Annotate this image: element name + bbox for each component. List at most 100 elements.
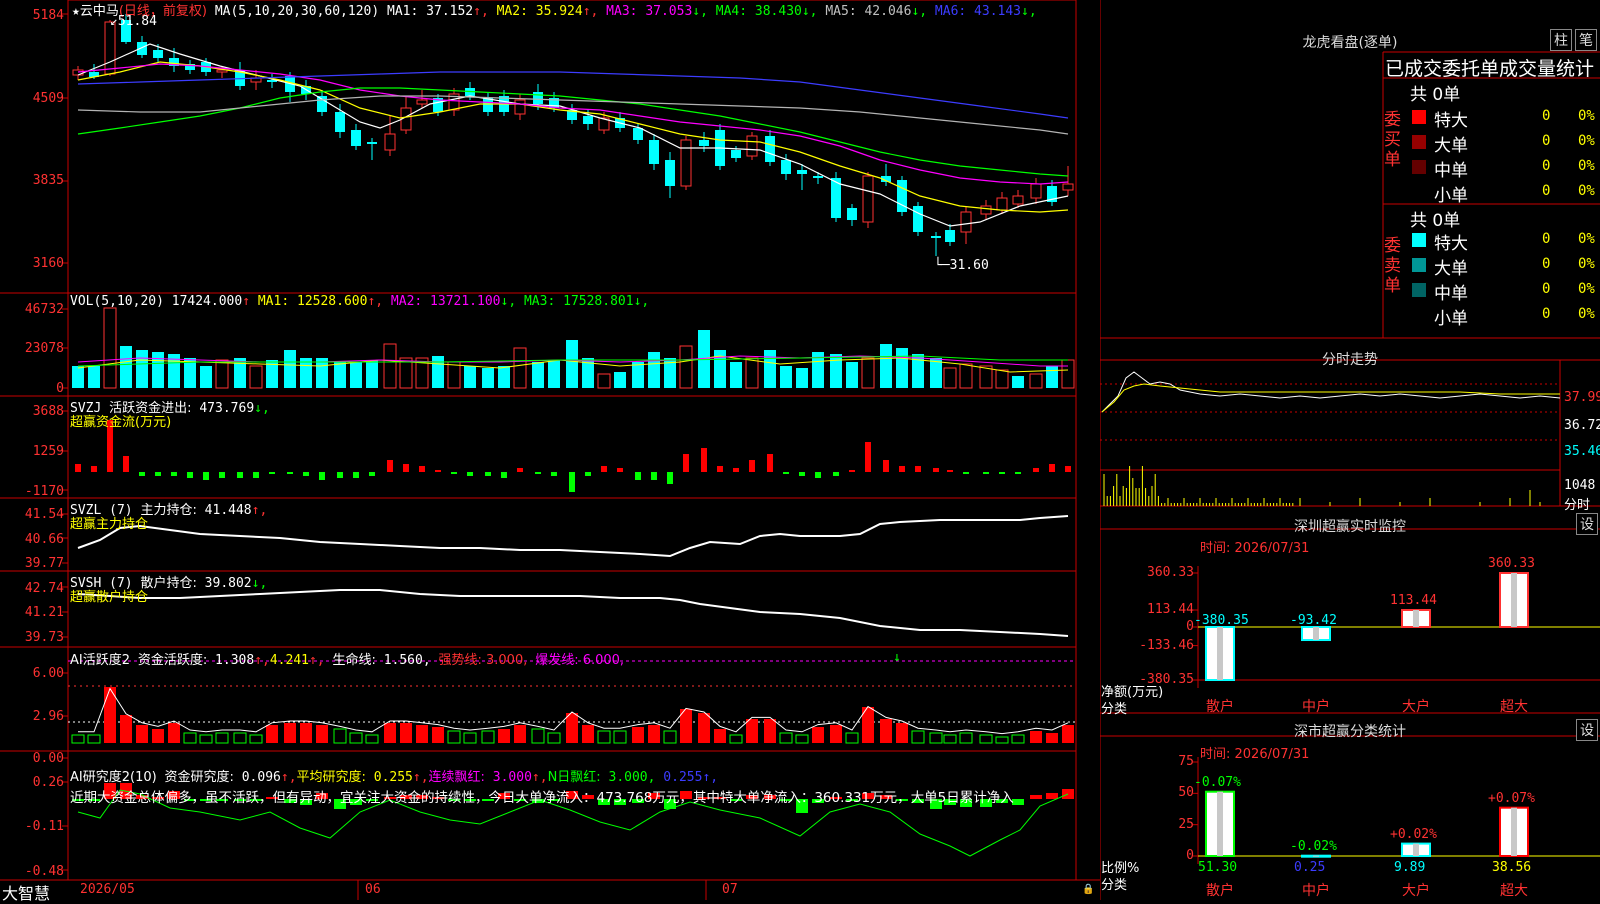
dragon-row-pct: 0% [1578,133,1595,149]
lock-icon[interactable]: 🔒 [1082,884,1094,895]
activity-bar-low [199,734,213,744]
sell-side-label: 委卖单 [1384,236,1401,296]
dragon-row-pct: 0% [1578,231,1595,247]
dragon-row-pct: 0% [1578,183,1595,199]
flow-bar-out [319,472,325,480]
flow-bar-out [155,472,161,476]
y-tick: 41.21 [24,605,64,620]
activity-bar-low [215,732,229,744]
candle-up [416,99,428,105]
flow-bar-out [353,472,359,478]
monitor-y-tick: -380.35 [1139,672,1194,687]
candle-up [862,175,874,223]
classify-settings-button[interactable]: 设 [1576,719,1598,741]
activity-bar [266,725,278,743]
candle-down [765,136,775,162]
activity-bar [698,713,710,743]
dragon-row-count: 0 [1542,183,1551,199]
candle-down [945,230,955,242]
volume-bar-down [730,362,742,388]
candle-up [1062,183,1074,191]
monitor-category: 超大 [1500,699,1528,715]
monitor-settings-button[interactable]: 设 [1576,513,1598,535]
classify-y-tick: 0 [1186,848,1194,863]
volume-bar-down [548,360,560,388]
date-label: 2026/05 [80,882,135,897]
dragon-color-swatch [1412,283,1426,297]
dragon-color-swatch [1412,258,1426,272]
ai-comment: 近期大资金总体偏多，虽不活跃，但有异动，宜关注大资金的持续性，今日大单净流入：4… [70,790,1014,806]
candle-down [813,176,823,178]
monitor-bar-stripe [1511,573,1517,627]
dragon-row-count: 0 [1542,281,1551,297]
volume-bar-up [995,369,1009,389]
dragon-row: 小单 0 0% [1410,181,1600,206]
y-tick: 0.00 [32,751,64,766]
classify-time: 时间: 2026/07/31 [1200,747,1310,762]
flow-bar-out [501,472,507,478]
volume-bar-down [284,350,296,388]
y-tick: -0.11 [24,819,64,834]
activity-bar-low [71,734,85,744]
flow-bar-in [1033,468,1039,472]
flow-bar-in [403,464,409,472]
activity-bar-low [233,732,247,744]
dragon-color-swatch [1412,233,1426,247]
flow-bar-out [187,472,193,478]
svzj-subtitle: 超赢资金流(万元) [70,415,172,430]
activity-bar-low [447,730,461,744]
buy-total: 共 0单 [1410,85,1461,105]
flow-bar-out [237,472,243,478]
activity-bar-low [333,728,347,744]
monitor-bar-stripe [1313,627,1319,641]
activity-bar [632,727,644,743]
flow-bar-in [601,466,607,472]
candle-up [1012,195,1024,205]
tick-mode-button[interactable]: 笔 [1575,29,1597,51]
volume-bar-down [120,346,132,388]
bar-mode-button[interactable]: 柱 [1550,29,1572,51]
dragon-row: 大单 0 0% [1410,254,1600,279]
y-tick: 41.54 [24,507,64,522]
flow-bar-out [467,472,473,476]
ma-legend-item-3: MA3: 37.053↓, [598,4,708,19]
flow-bar-out [963,472,969,474]
y-tick: 6.00 [32,666,64,681]
candle-up [384,133,396,151]
flow-bar-out [451,472,457,474]
dragon-row: 特大 0 0% [1410,106,1600,131]
svsh-subtitle: 超赢散户持仓 [70,590,149,605]
activity-bar-low [1011,734,1025,744]
intraday-vol-tick: 1048 [1564,478,1596,493]
volume-bar-up [447,361,461,389]
flow-bar-out [171,472,177,476]
classify-y-tick: 50 [1178,785,1194,801]
ma-legend-item-1: MA1: 37.152↑, [387,4,489,19]
activity-bar [1046,733,1058,743]
candle-up [680,139,692,187]
flow-bar-out [1015,472,1021,474]
activity-bar [714,729,726,743]
activity-bar [582,725,594,743]
dragon-row-name: 特大 [1434,111,1468,131]
dragon-row-pct: 0% [1578,256,1595,272]
y-tick: 46732 [24,302,64,317]
intraday-price-tick: 37.99 [1564,390,1600,405]
flow-bar-out [303,472,309,476]
candle-down [583,116,593,124]
y-tick: 39.73 [24,630,64,645]
flow-bar-out [799,472,805,476]
monitor-category: 散户 [1206,699,1234,715]
classify-bar-stripe [1217,791,1223,856]
dragon-row-count: 0 [1542,256,1551,272]
activity-bar-low [943,734,957,744]
star-icon[interactable]: ★ [72,4,80,19]
candle-down [533,92,543,104]
activity-bar [300,723,312,743]
activity-bar-low [845,732,859,744]
volume-bar-down [152,352,164,388]
dragon-row-count: 0 [1542,108,1551,124]
dragon-row: 特大 0 0% [1410,229,1600,254]
classify-delta: +0.07% [1488,790,1535,806]
flow-bar-in [617,468,623,472]
